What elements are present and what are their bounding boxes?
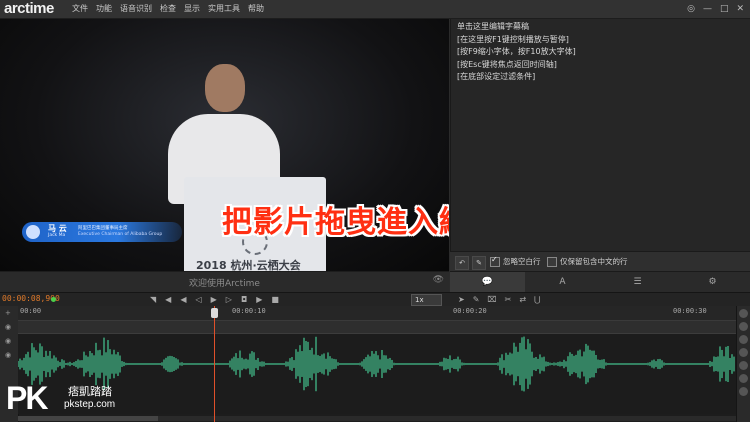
camera-icon[interactable]: ◘ xyxy=(241,293,247,307)
playhead-handle[interactable] xyxy=(211,308,218,318)
menu-bar: arctime 文件 功能 语音识别 检查 显示 实用工具 帮助 ◎ — □ ✕ xyxy=(0,0,750,19)
speaker-head xyxy=(205,64,245,112)
tab-list[interactable]: ☰ xyxy=(600,272,675,292)
subtitle-track[interactable] xyxy=(18,321,736,334)
target-icon[interactable]: ◎ xyxy=(687,3,695,15)
app-logo: arctime xyxy=(4,0,54,17)
speaker-title: 阿里巴巴集团董事局主席 xyxy=(78,226,128,231)
tab-style[interactable]: A xyxy=(525,272,600,292)
timeline-tools: ➤ ✎ ⌧ ✂ ⇄ ⋃ xyxy=(458,293,541,307)
ignore-blank-label: 忽略空白行 xyxy=(503,257,541,266)
stop-icon[interactable]: ■ xyxy=(271,293,279,307)
ruler-label: 00:00:30 xyxy=(673,307,707,315)
export-icon[interactable] xyxy=(739,387,748,396)
ruler-label: 00:00:20 xyxy=(453,307,487,315)
menu-help[interactable]: 帮助 xyxy=(248,0,264,18)
right-tabs: 💬 A ☰ ⚙ xyxy=(450,271,750,292)
status-dot-icon xyxy=(51,297,56,302)
editor-line[interactable]: [按Esc键将焦点返回时间轴] xyxy=(457,59,576,72)
menu-tools[interactable]: 实用工具 xyxy=(208,0,240,18)
video-preview[interactable]: 2018 杭州·云栖大会 马 云 Jack Ma 阿里巴巴集团董事局主席 Exe… xyxy=(0,19,449,271)
podium-text: 2018 杭州·云栖大会 xyxy=(196,259,301,271)
minimize-button[interactable]: — xyxy=(703,3,712,15)
watermark-logo: PK xyxy=(6,380,48,416)
pencil-icon[interactable]: ✎ xyxy=(472,256,486,270)
subtitle-editor[interactable]: 单击这里编辑字幕稿 [在这里按F1键控制播放与暂停] [按F9缩小字体，按F10… xyxy=(450,19,750,251)
split-icon[interactable]: ⌧ xyxy=(487,293,496,307)
welcome-text: 欢迎使用Arctime xyxy=(189,279,260,289)
zoom-in-icon[interactable] xyxy=(739,309,748,318)
tab-subtitle[interactable]: 💬 xyxy=(450,272,525,292)
horizontal-scrollbar[interactable] xyxy=(18,416,736,421)
time-ruler[interactable]: 00:00 00:00:10 00:00:20 00:00:30 xyxy=(18,306,736,321)
volume-icon[interactable] xyxy=(739,348,748,357)
menu-function[interactable]: 功能 xyxy=(96,0,112,18)
pointer-icon[interactable]: ➤ xyxy=(458,293,465,307)
scrollbar-thumb[interactable] xyxy=(18,416,158,421)
welcome-bar: 欢迎使用Arctime 👁 xyxy=(0,271,449,292)
mark-in-icon[interactable]: ◥ xyxy=(150,293,156,307)
eye-icon[interactable]: 👁 xyxy=(433,275,444,285)
swap-icon[interactable]: ⇄ xyxy=(519,293,526,307)
keep-chinese-checkbox[interactable] xyxy=(547,257,557,267)
editor-line[interactable]: [按F9缩小字体，按F10放大字体] xyxy=(457,46,576,59)
step-back-icon[interactable]: ◀ xyxy=(165,293,171,307)
eye-icon[interactable]: ◉ xyxy=(5,323,11,331)
audio-waveform xyxy=(18,336,735,392)
keep-chinese-label: 仅保留包含中文的行 xyxy=(560,257,628,266)
eye-icon[interactable]: ◉ xyxy=(5,337,11,345)
add-track-icon[interactable]: + xyxy=(5,309,11,317)
speaker-title-en: Executive Chairman of Alibaba Group xyxy=(78,232,163,237)
settings-icon[interactable] xyxy=(739,374,748,383)
play-icon[interactable]: ▶ xyxy=(211,293,217,307)
overlay-caption: 把影片拖曳進入編輯器 xyxy=(222,205,449,240)
ignore-blank-checkbox[interactable] xyxy=(490,255,500,267)
playback-buttons: ◥ ◀ ◀ ◁ ▶ ▷ ◘ ▶ ■ xyxy=(150,293,279,307)
ruler-label: 00:00:10 xyxy=(232,307,266,315)
speaker-name-en: Jack Ma xyxy=(48,233,66,238)
editor-line[interactable]: [在底部设定过滤条件] xyxy=(457,71,576,84)
menu-speech-recognition[interactable]: 语音识别 xyxy=(120,0,152,18)
window-controls: ◎ — □ ✕ xyxy=(687,3,744,15)
tab-settings[interactable]: ⚙ xyxy=(675,272,750,292)
playback-control-bar: 00:00:08,900 ◥ ◀ ◀ ◁ ▶ ▷ ◘ ▶ ■ 1x ➤ ✎ ⌧ … xyxy=(0,292,750,307)
merge-icon[interactable]: ✂ xyxy=(505,293,512,307)
undo-icon[interactable]: ↶ xyxy=(455,256,469,270)
watermark-cn: 痞凱踏踏 xyxy=(68,385,112,398)
next-icon[interactable]: ▷ xyxy=(226,293,232,307)
forward-icon[interactable]: ▶ xyxy=(256,293,262,307)
ruler-label: 00:00 xyxy=(20,307,42,315)
prev-icon[interactable]: ◁ xyxy=(195,293,201,307)
audio-waveform-track[interactable] xyxy=(18,334,736,414)
editor-line[interactable]: [在这里按F1键控制播放与暂停] xyxy=(457,34,576,47)
playhead[interactable] xyxy=(214,306,215,422)
rewind-icon[interactable]: ◀ xyxy=(180,293,186,307)
lock-icon[interactable] xyxy=(739,361,748,370)
editor-text[interactable]: 单击这里编辑字幕稿 [在这里按F1键控制播放与暂停] [按F9缩小字体，按F10… xyxy=(457,21,576,84)
edit-icon[interactable]: ✎ xyxy=(473,293,480,307)
timeline-side-tools xyxy=(736,306,750,422)
editor-line[interactable]: 单击这里编辑字幕稿 xyxy=(457,21,576,34)
fit-icon[interactable] xyxy=(739,335,748,344)
menu: 文件 功能 语音识别 检查 显示 实用工具 帮助 xyxy=(72,0,264,18)
eye-icon[interactable]: ◉ xyxy=(5,351,11,359)
menu-check[interactable]: 检查 xyxy=(160,0,176,18)
close-button[interactable]: ✕ xyxy=(736,3,744,15)
speed-select[interactable]: 1x xyxy=(411,294,442,306)
magnet-icon[interactable]: ⋃ xyxy=(534,293,541,307)
menu-file[interactable]: 文件 xyxy=(72,0,88,18)
editor-toolbar: ↶ ✎ 忽略空白行 仅保留包含中文的行 xyxy=(450,251,750,272)
watermark-en: pkstep.com xyxy=(64,399,116,410)
maximize-button[interactable]: □ xyxy=(720,3,729,15)
zoom-out-icon[interactable] xyxy=(739,322,748,331)
speaker-nameplate: 马 云 Jack Ma 阿里巴巴集团董事局主席 Executive Chairm… xyxy=(22,222,182,242)
menu-display[interactable]: 显示 xyxy=(184,0,200,18)
nameplate-logo-icon xyxy=(26,225,40,239)
